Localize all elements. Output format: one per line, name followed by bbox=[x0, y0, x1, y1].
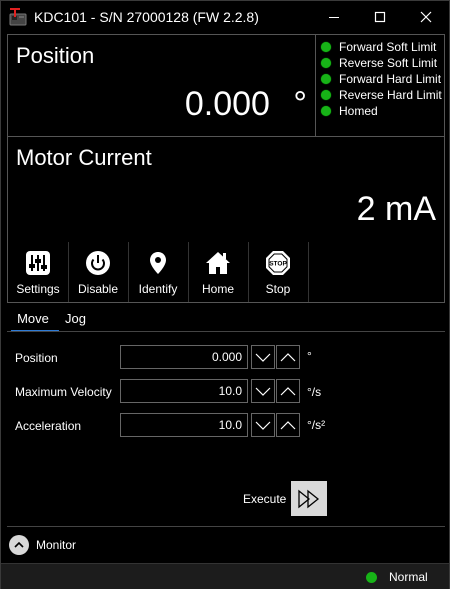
stop-button[interactable]: STOP Stop bbox=[248, 242, 308, 302]
max-velocity-input[interactable]: 10.0 bbox=[120, 379, 248, 403]
position-unit-label: ° bbox=[307, 349, 312, 363]
window-title: KDC101 - S/N 27000128 (FW 2.2.8) bbox=[34, 9, 259, 25]
position-input[interactable]: 0.000 bbox=[120, 345, 248, 369]
chevron-down-icon bbox=[255, 353, 271, 362]
maximize-icon bbox=[374, 11, 386, 23]
close-button[interactable] bbox=[403, 1, 449, 33]
status-led-icon bbox=[321, 42, 331, 52]
home-icon bbox=[205, 250, 231, 276]
motor-current-title: Motor Current bbox=[16, 145, 152, 170]
position-field-label: Position bbox=[15, 351, 58, 365]
position-value: 0.000 bbox=[184, 85, 270, 123]
limits-panel: Forward Soft Limit Reverse Soft Limit Fo… bbox=[315, 34, 445, 137]
position-unit: ° bbox=[293, 85, 307, 123]
limit-forward-soft: Forward Soft Limit bbox=[321, 39, 436, 55]
home-label: Home bbox=[201, 282, 234, 296]
monitor-expand-button[interactable] bbox=[9, 535, 29, 555]
execute-button[interactable] bbox=[291, 481, 327, 516]
location-pin-icon bbox=[145, 250, 171, 276]
motor-current-value: 2 mA bbox=[356, 190, 436, 228]
max-velocity-label: Maximum Velocity bbox=[15, 385, 112, 399]
close-icon bbox=[420, 11, 432, 23]
settings-sliders-icon bbox=[25, 250, 51, 276]
limit-label: Reverse Soft Limit bbox=[339, 56, 438, 70]
disable-label: Disable bbox=[77, 282, 119, 296]
limit-label: Reverse Hard Limit bbox=[339, 88, 442, 102]
tab-move[interactable]: Move bbox=[11, 307, 55, 329]
execute-label: Execute bbox=[243, 492, 287, 506]
chevron-up-icon bbox=[280, 421, 296, 430]
acceleration-unit-label: °/s² bbox=[307, 418, 326, 432]
chevron-up-icon bbox=[14, 541, 24, 548]
settings-label: Settings bbox=[16, 282, 60, 296]
status-led-icon bbox=[321, 58, 331, 68]
tab-divider bbox=[7, 331, 445, 332]
acceleration-decrement-button[interactable] bbox=[251, 413, 275, 437]
chevron-down-icon bbox=[255, 387, 271, 396]
limit-homed: Homed bbox=[321, 103, 378, 119]
svg-text:STOP: STOP bbox=[269, 261, 287, 268]
power-icon bbox=[85, 250, 111, 276]
limit-forward-hard: Forward Hard Limit bbox=[321, 71, 441, 87]
monitor-divider bbox=[7, 526, 445, 527]
identify-button[interactable]: Identify bbox=[128, 242, 188, 302]
acceleration-input[interactable]: 10.0 bbox=[120, 413, 248, 437]
title-bar[interactable]: KDC101 - S/N 27000128 (FW 2.2.8) bbox=[1, 1, 449, 33]
acceleration-increment-button[interactable] bbox=[276, 413, 300, 437]
chevron-up-icon bbox=[280, 353, 296, 362]
status-led-icon bbox=[321, 74, 331, 84]
settings-button[interactable]: Settings bbox=[8, 242, 68, 302]
limit-reverse-soft: Reverse Soft Limit bbox=[321, 55, 437, 71]
max-velocity-unit-label: °/s bbox=[307, 385, 322, 399]
home-button[interactable]: Home bbox=[188, 242, 248, 302]
position-title: Position bbox=[16, 43, 95, 68]
status-bar: Normal bbox=[1, 563, 449, 589]
minimize-icon bbox=[329, 17, 339, 18]
motor-current-panel: Motor Current 2 mA bbox=[7, 136, 445, 243]
status-text: Normal bbox=[389, 570, 428, 584]
limit-label: Homed bbox=[339, 104, 378, 118]
app-window: KDC101 - S/N 27000128 (FW 2.2.8) Positio… bbox=[0, 0, 450, 589]
acceleration-label: Acceleration bbox=[15, 419, 82, 433]
minimize-button[interactable] bbox=[311, 1, 357, 33]
device-toolbar: Settings Disable Identify Home STOP Stop bbox=[7, 242, 445, 303]
stop-label: Stop bbox=[265, 282, 291, 296]
limit-reverse-hard: Reverse Hard Limit bbox=[321, 87, 442, 103]
position-increment-button[interactable] bbox=[276, 345, 300, 369]
maximize-button[interactable] bbox=[357, 1, 403, 33]
app-icon bbox=[9, 7, 29, 27]
status-led-icon bbox=[321, 106, 331, 116]
tab-jog[interactable]: Jog bbox=[65, 307, 86, 329]
toolbar-divider bbox=[308, 242, 309, 302]
status-led-icon bbox=[321, 90, 331, 100]
limit-label: Forward Soft Limit bbox=[339, 40, 437, 54]
chevron-up-icon bbox=[280, 387, 296, 396]
max-velocity-decrement-button[interactable] bbox=[251, 379, 275, 403]
max-velocity-increment-button[interactable] bbox=[276, 379, 300, 403]
status-led-icon bbox=[366, 572, 377, 583]
position-panel: Position 0.000 ° bbox=[7, 34, 316, 137]
stop-sign-icon: STOP bbox=[265, 250, 291, 276]
position-decrement-button[interactable] bbox=[251, 345, 275, 369]
chevron-down-icon bbox=[255, 421, 271, 430]
identify-label: Identify bbox=[138, 282, 178, 296]
disable-button[interactable]: Disable bbox=[68, 242, 128, 302]
tab-strip: Move Jog bbox=[7, 307, 445, 332]
double-play-icon bbox=[298, 489, 320, 508]
monitor-label[interactable]: Monitor bbox=[36, 538, 76, 552]
position-readout: 0.000 ° bbox=[185, 85, 307, 124]
limit-label: Forward Hard Limit bbox=[339, 72, 442, 86]
